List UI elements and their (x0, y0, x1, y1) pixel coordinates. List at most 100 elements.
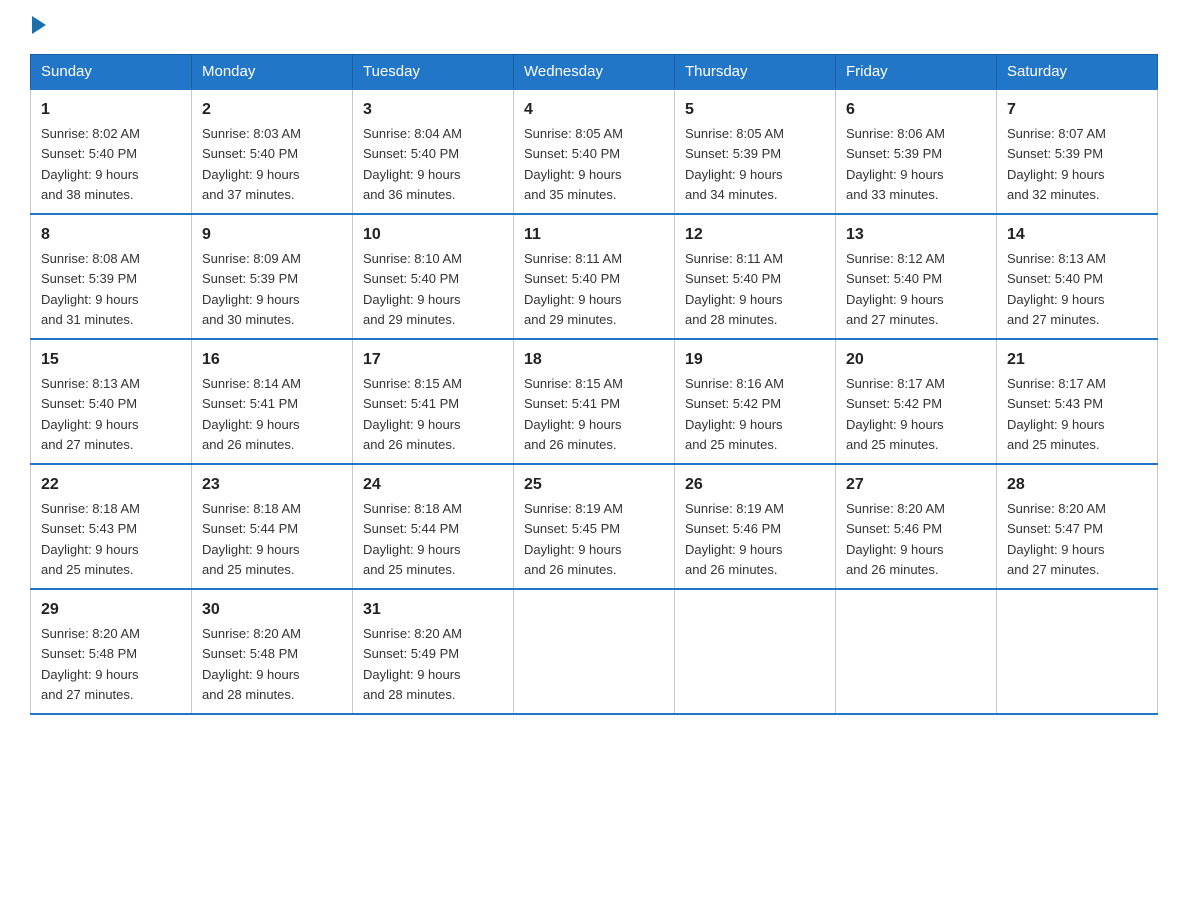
calendar-cell: 19 Sunrise: 8:16 AMSunset: 5:42 PMDayligh… (675, 339, 836, 464)
day-number: 29 (41, 598, 181, 622)
calendar-cell: 12 Sunrise: 8:11 AMSunset: 5:40 PMDayligh… (675, 214, 836, 339)
calendar-cell: 4 Sunrise: 8:05 AMSunset: 5:40 PMDaylight… (514, 89, 675, 214)
day-info: Sunrise: 8:09 AMSunset: 5:39 PMDaylight:… (202, 251, 301, 327)
calendar-cell: 28 Sunrise: 8:20 AMSunset: 5:47 PMDayligh… (997, 464, 1158, 589)
day-info: Sunrise: 8:17 AMSunset: 5:43 PMDaylight:… (1007, 376, 1106, 452)
day-number: 2 (202, 98, 342, 122)
day-number: 31 (363, 598, 503, 622)
day-number: 7 (1007, 98, 1147, 122)
day-number: 9 (202, 223, 342, 247)
day-number: 27 (846, 473, 986, 497)
col-header-monday: Monday (192, 55, 353, 90)
day-number: 4 (524, 98, 664, 122)
calendar-cell: 3 Sunrise: 8:04 AMSunset: 5:40 PMDaylight… (353, 89, 514, 214)
day-number: 3 (363, 98, 503, 122)
calendar-cell: 11 Sunrise: 8:11 AMSunset: 5:40 PMDayligh… (514, 214, 675, 339)
logo-arrow-icon (32, 16, 46, 34)
day-info: Sunrise: 8:10 AMSunset: 5:40 PMDaylight:… (363, 251, 462, 327)
day-info: Sunrise: 8:20 AMSunset: 5:48 PMDaylight:… (41, 626, 140, 702)
day-info: Sunrise: 8:13 AMSunset: 5:40 PMDaylight:… (41, 376, 140, 452)
day-number: 17 (363, 348, 503, 372)
calendar-cell: 17 Sunrise: 8:15 AMSunset: 5:41 PMDayligh… (353, 339, 514, 464)
calendar-cell: 24 Sunrise: 8:18 AMSunset: 5:44 PMDayligh… (353, 464, 514, 589)
day-info: Sunrise: 8:15 AMSunset: 5:41 PMDaylight:… (363, 376, 462, 452)
day-number: 10 (363, 223, 503, 247)
day-number: 8 (41, 223, 181, 247)
calendar-cell: 6 Sunrise: 8:06 AMSunset: 5:39 PMDaylight… (836, 89, 997, 214)
day-info: Sunrise: 8:06 AMSunset: 5:39 PMDaylight:… (846, 126, 945, 202)
day-info: Sunrise: 8:07 AMSunset: 5:39 PMDaylight:… (1007, 126, 1106, 202)
day-info: Sunrise: 8:14 AMSunset: 5:41 PMDaylight:… (202, 376, 301, 452)
day-number: 28 (1007, 473, 1147, 497)
day-info: Sunrise: 8:16 AMSunset: 5:42 PMDaylight:… (685, 376, 784, 452)
day-number: 25 (524, 473, 664, 497)
calendar-cell: 30 Sunrise: 8:20 AMSunset: 5:48 PMDayligh… (192, 589, 353, 714)
day-info: Sunrise: 8:08 AMSunset: 5:39 PMDaylight:… (41, 251, 140, 327)
day-info: Sunrise: 8:18 AMSunset: 5:44 PMDaylight:… (202, 501, 301, 577)
day-number: 23 (202, 473, 342, 497)
calendar-cell (997, 589, 1158, 714)
day-number: 16 (202, 348, 342, 372)
day-number: 13 (846, 223, 986, 247)
day-info: Sunrise: 8:12 AMSunset: 5:40 PMDaylight:… (846, 251, 945, 327)
calendar-cell: 26 Sunrise: 8:19 AMSunset: 5:46 PMDayligh… (675, 464, 836, 589)
calendar-cell: 7 Sunrise: 8:07 AMSunset: 5:39 PMDaylight… (997, 89, 1158, 214)
calendar-week-row: 1 Sunrise: 8:02 AMSunset: 5:40 PMDaylight… (31, 89, 1158, 214)
day-info: Sunrise: 8:05 AMSunset: 5:39 PMDaylight:… (685, 126, 784, 202)
calendar-cell (514, 589, 675, 714)
day-info: Sunrise: 8:03 AMSunset: 5:40 PMDaylight:… (202, 126, 301, 202)
day-number: 12 (685, 223, 825, 247)
day-info: Sunrise: 8:18 AMSunset: 5:44 PMDaylight:… (363, 501, 462, 577)
calendar-cell: 29 Sunrise: 8:20 AMSunset: 5:48 PMDayligh… (31, 589, 192, 714)
day-info: Sunrise: 8:20 AMSunset: 5:49 PMDaylight:… (363, 626, 462, 702)
col-header-tuesday: Tuesday (353, 55, 514, 90)
calendar-cell (836, 589, 997, 714)
day-info: Sunrise: 8:05 AMSunset: 5:40 PMDaylight:… (524, 126, 623, 202)
day-number: 20 (846, 348, 986, 372)
calendar-cell: 27 Sunrise: 8:20 AMSunset: 5:46 PMDayligh… (836, 464, 997, 589)
day-info: Sunrise: 8:17 AMSunset: 5:42 PMDaylight:… (846, 376, 945, 452)
day-info: Sunrise: 8:15 AMSunset: 5:41 PMDaylight:… (524, 376, 623, 452)
calendar-cell: 10 Sunrise: 8:10 AMSunset: 5:40 PMDayligh… (353, 214, 514, 339)
day-info: Sunrise: 8:20 AMSunset: 5:48 PMDaylight:… (202, 626, 301, 702)
calendar-cell: 20 Sunrise: 8:17 AMSunset: 5:42 PMDayligh… (836, 339, 997, 464)
calendar-table: SundayMondayTuesdayWednesdayThursdayFrid… (30, 54, 1158, 715)
calendar-cell: 5 Sunrise: 8:05 AMSunset: 5:39 PMDaylight… (675, 89, 836, 214)
logo (30, 20, 46, 36)
day-info: Sunrise: 8:02 AMSunset: 5:40 PMDaylight:… (41, 126, 140, 202)
col-header-saturday: Saturday (997, 55, 1158, 90)
day-info: Sunrise: 8:11 AMSunset: 5:40 PMDaylight:… (524, 251, 622, 327)
day-info: Sunrise: 8:04 AMSunset: 5:40 PMDaylight:… (363, 126, 462, 202)
day-number: 30 (202, 598, 342, 622)
calendar-cell: 8 Sunrise: 8:08 AMSunset: 5:39 PMDaylight… (31, 214, 192, 339)
day-info: Sunrise: 8:19 AMSunset: 5:46 PMDaylight:… (685, 501, 784, 577)
day-number: 6 (846, 98, 986, 122)
day-number: 18 (524, 348, 664, 372)
day-info: Sunrise: 8:11 AMSunset: 5:40 PMDaylight:… (685, 251, 783, 327)
day-number: 1 (41, 98, 181, 122)
day-info: Sunrise: 8:20 AMSunset: 5:47 PMDaylight:… (1007, 501, 1106, 577)
col-header-sunday: Sunday (31, 55, 192, 90)
day-number: 24 (363, 473, 503, 497)
page-header (30, 20, 1158, 36)
day-number: 15 (41, 348, 181, 372)
day-number: 5 (685, 98, 825, 122)
calendar-cell: 14 Sunrise: 8:13 AMSunset: 5:40 PMDayligh… (997, 214, 1158, 339)
calendar-header-row: SundayMondayTuesdayWednesdayThursdayFrid… (31, 55, 1158, 90)
calendar-week-row: 22Sunrise: 8:18 AMSunset: 5:43 PMDayligh… (31, 464, 1158, 589)
calendar-week-row: 29 Sunrise: 8:20 AMSunset: 5:48 PMDayligh… (31, 589, 1158, 714)
calendar-cell: 18 Sunrise: 8:15 AMSunset: 5:41 PMDayligh… (514, 339, 675, 464)
day-info: Sunrise: 8:20 AMSunset: 5:46 PMDaylight:… (846, 501, 945, 577)
calendar-cell: 22Sunrise: 8:18 AMSunset: 5:43 PMDayligh… (31, 464, 192, 589)
calendar-cell: 16 Sunrise: 8:14 AMSunset: 5:41 PMDayligh… (192, 339, 353, 464)
day-number: 22 (41, 473, 181, 497)
day-number: 14 (1007, 223, 1147, 247)
day-info: Sunrise: 8:13 AMSunset: 5:40 PMDaylight:… (1007, 251, 1106, 327)
calendar-cell (675, 589, 836, 714)
day-number: 26 (685, 473, 825, 497)
calendar-cell: 9 Sunrise: 8:09 AMSunset: 5:39 PMDaylight… (192, 214, 353, 339)
day-number: 11 (524, 223, 664, 247)
day-number: 19 (685, 348, 825, 372)
calendar-cell: 15 Sunrise: 8:13 AMSunset: 5:40 PMDayligh… (31, 339, 192, 464)
col-header-thursday: Thursday (675, 55, 836, 90)
